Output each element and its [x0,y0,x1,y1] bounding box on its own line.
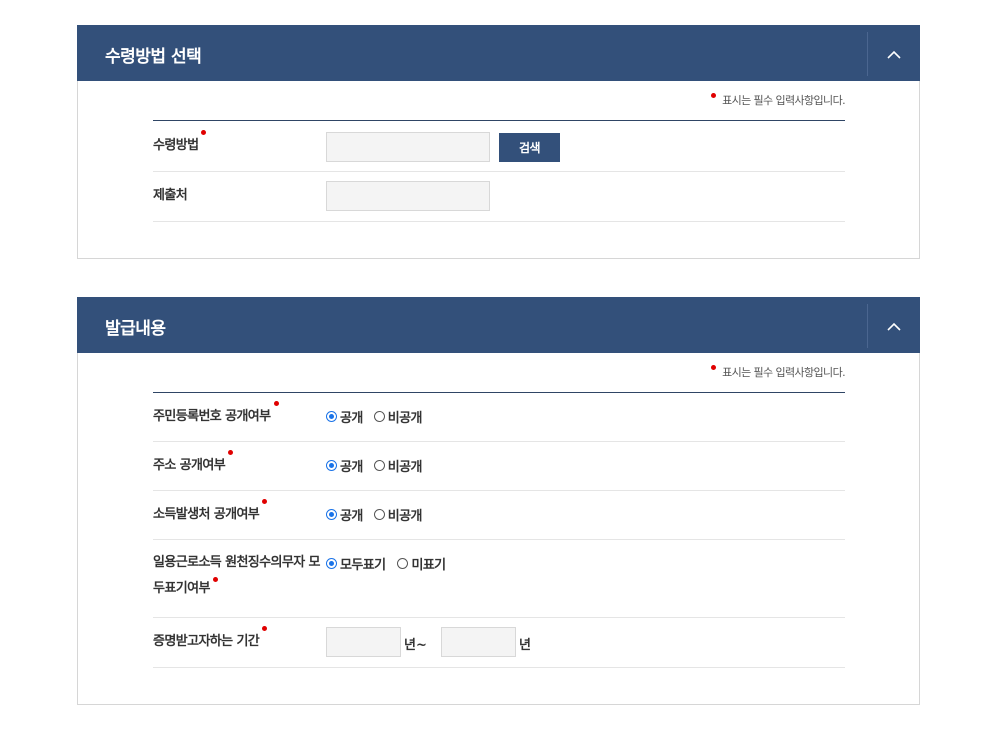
form-row-period: 증명받고자하는 기간 년~ 년 [153,618,845,668]
receipt-method-input[interactable] [326,132,490,162]
radio-button[interactable] [326,558,337,569]
radio-option-disclose[interactable]: 공개 [326,505,363,524]
year-from-suffix: 년~ [404,638,427,653]
radio-button[interactable] [373,460,385,471]
field-label: 증명받고자하는 기간 [153,626,268,655]
form-row-method: 수령방법 검색 [153,121,845,172]
field-label: 수령방법 [153,130,207,159]
radio-button[interactable] [373,509,385,520]
to-year-input[interactable] [441,627,516,657]
form-row-rrn-disclosure: 주민등록번호 공개여부 공개 비공개 [153,393,845,442]
panel-title: 수령방법 선택 [105,47,202,67]
panel-header: 발급내용 [77,297,920,353]
required-dot [262,499,268,504]
form-table: 수령방법 검색 제출처 [153,120,845,222]
receipt-method-panel: 수령방법 선택 표시는 필수 입력사항입니다. 수령방법 검색 제출처 [77,25,920,259]
chevron-up-icon [886,322,901,331]
chevron-up-icon [886,50,901,59]
search-button[interactable]: 검색 [499,133,560,162]
from-year-input[interactable] [326,627,401,657]
required-note: 표시는 필수 입력사항입니다. [711,364,846,380]
radio-option-no-display[interactable]: 미표기 [397,554,446,573]
year-to-suffix: 년 [519,638,531,653]
collapse-button[interactable] [867,304,919,348]
required-dot [262,626,268,631]
radio-option-show-all[interactable]: 모두표기 [326,554,386,573]
required-dot [212,577,218,582]
issue-content-panel: 발급내용 표시는 필수 입력사항입니다. 주민등록번호 공개여부 공개 비공개 … [77,297,920,705]
radio-option-disclose[interactable]: 공개 [326,456,363,475]
required-dot [228,450,234,455]
radio-option-hide[interactable]: 비공개 [373,407,422,426]
form-row-daily-income-display: 일용근로소득 원천징수의무자 모 두표기여부 모두표기 미표기 [153,540,845,618]
required-dot [711,93,717,98]
radio-group: 공개 비공개 [326,505,433,524]
form-row-submit-to: 제출처 [153,172,845,222]
panel-title: 발급내용 [105,319,166,339]
radio-button[interactable] [326,411,337,422]
required-dot [273,401,279,406]
required-dot [711,365,717,370]
radio-option-hide[interactable]: 비공개 [373,456,422,475]
required-note: 표시는 필수 입력사항입니다. [711,92,846,108]
radio-group: 모두표기 미표기 [326,554,457,573]
panel-header: 수령방법 선택 [77,25,920,81]
radio-button[interactable] [397,558,409,569]
radio-group: 공개 비공개 [326,456,433,475]
field-label: 주민등록번호 공개여부 [153,401,279,430]
field-label: 제출처 [153,188,188,203]
radio-option-hide[interactable]: 비공개 [373,505,422,524]
radio-group: 공개 비공개 [326,407,433,426]
radio-button[interactable] [326,460,337,471]
field-label: 일용근로소득 원천징수의무자 모 두표기여부 [153,555,321,596]
form-row-income-source-disclosure: 소득발생처 공개여부 공개 비공개 [153,491,845,540]
radio-button[interactable] [373,411,385,422]
field-label: 주소 공개여부 [153,450,234,479]
form-row-address-disclosure: 주소 공개여부 공개 비공개 [153,442,845,491]
field-label: 소득발생처 공개여부 [153,499,268,528]
form-table: 주민등록번호 공개여부 공개 비공개 주소 공개여부 공개 비공개 소득발생처 … [153,392,845,668]
required-dot [201,130,207,135]
radio-button[interactable] [326,509,337,520]
collapse-button[interactable] [867,32,919,76]
radio-option-disclose[interactable]: 공개 [326,407,363,426]
submit-to-input[interactable] [326,181,490,211]
